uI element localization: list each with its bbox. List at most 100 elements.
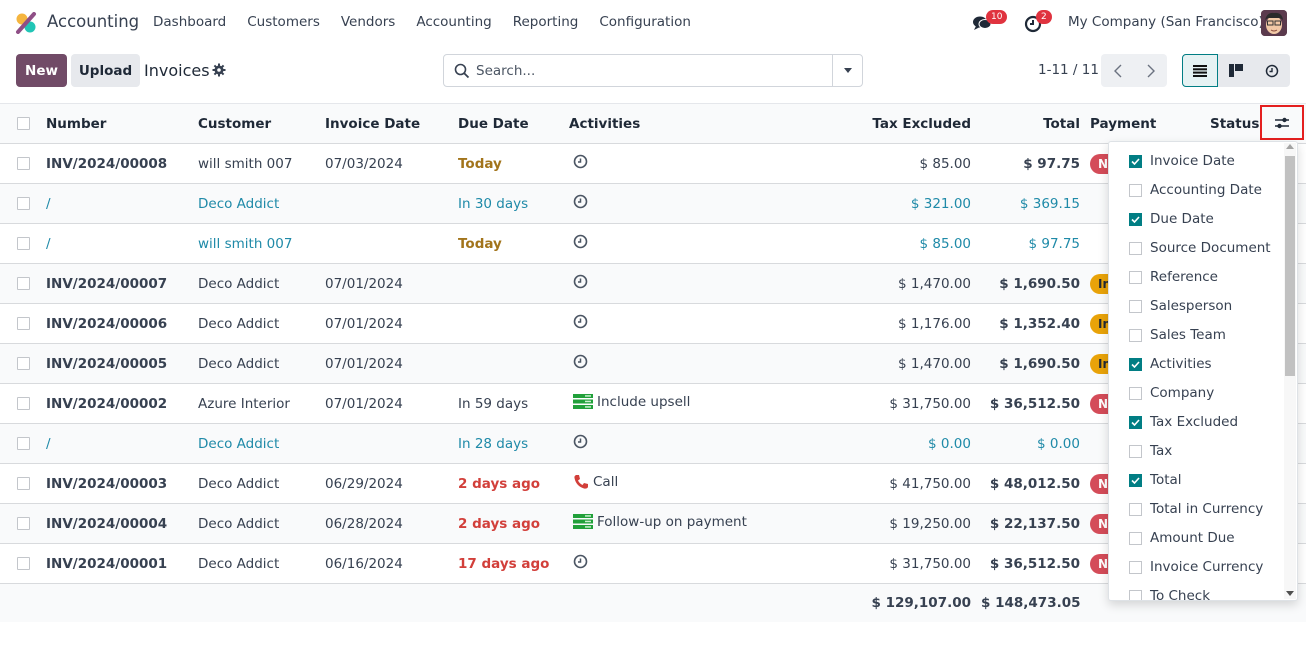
row-select-checkbox[interactable]	[17, 517, 30, 530]
invoice-date[interactable]: 07/01/2024	[325, 343, 458, 384]
clock-icon[interactable]	[573, 154, 590, 169]
row-select-checkbox[interactable]	[17, 437, 30, 450]
customer-name[interactable]: Deco Addict	[198, 463, 325, 504]
menu-reporting[interactable]: Reporting	[513, 14, 579, 30]
checkbox-checked-icon[interactable]	[1129, 357, 1142, 371]
checkbox-unchecked-icon[interactable]	[1129, 502, 1142, 516]
scroll-down-arrow-icon[interactable]	[1286, 591, 1294, 596]
activity-cell[interactable]	[569, 354, 592, 369]
customer-name[interactable]: Azure Interior	[198, 383, 325, 424]
optional-column-option[interactable]: Tax Excluded	[1129, 412, 1238, 432]
checkbox-unchecked-icon[interactable]	[1129, 589, 1142, 600]
menu-dashboard[interactable]: Dashboard	[153, 14, 226, 30]
optional-column-option[interactable]: Accounting Date	[1129, 180, 1262, 200]
due-date[interactable]: 17 days ago	[458, 543, 569, 584]
invoice-date[interactable]: 06/28/2024	[325, 503, 458, 544]
customer-name[interactable]: Deco Addict	[198, 183, 325, 224]
optional-columns-toggle[interactable]	[1260, 105, 1304, 140]
activity-cell[interactable]: Call	[569, 474, 618, 490]
optional-column-option[interactable]: Invoice Date	[1129, 151, 1235, 171]
optional-column-option[interactable]: Invoice Currency	[1129, 557, 1263, 577]
customer-name[interactable]: Deco Addict	[198, 503, 325, 544]
clock-icon[interactable]	[573, 274, 590, 289]
invoice-number[interactable]: INV/2024/00008	[46, 143, 198, 184]
customer-name[interactable]: Deco Addict	[198, 303, 325, 344]
invoice-date[interactable]: 07/01/2024	[325, 303, 458, 344]
invoice-date[interactable]: 07/03/2024	[325, 143, 458, 184]
due-date[interactable]	[458, 303, 569, 344]
invoice-number[interactable]: INV/2024/00003	[46, 463, 198, 504]
accounting-app-logo-icon[interactable]	[15, 12, 37, 34]
optional-column-option[interactable]: Activities	[1129, 354, 1212, 374]
optional-column-option[interactable]: Tax	[1129, 441, 1172, 461]
column-header-invoice-date[interactable]: Invoice Date	[325, 103, 458, 144]
checkbox-unchecked-icon[interactable]	[1129, 328, 1142, 342]
row-select-checkbox[interactable]	[17, 157, 30, 170]
row-select-checkbox[interactable]	[17, 397, 30, 410]
customer-name[interactable]: Deco Addict	[198, 263, 325, 304]
search-options-toggle[interactable]	[832, 55, 862, 86]
activity-cell[interactable]: Include upsell	[569, 394, 690, 410]
todo-icon[interactable]	[573, 394, 595, 410]
due-date[interactable]: Today	[458, 143, 569, 184]
optional-column-option[interactable]: Total	[1129, 470, 1182, 490]
row-select-checkbox[interactable]	[17, 317, 30, 330]
kanban-view-button[interactable]	[1218, 54, 1254, 87]
select-all-checkbox[interactable]	[17, 117, 30, 130]
optional-column-option[interactable]: Sales Team	[1129, 325, 1226, 345]
upload-button[interactable]: Upload	[71, 54, 140, 87]
scroll-up-arrow-icon[interactable]	[1286, 144, 1294, 149]
clock-icon[interactable]	[573, 554, 590, 569]
customer-name[interactable]: will smith 007	[198, 223, 325, 264]
pager-value[interactable]: 1-11 / 11	[1038, 62, 1099, 78]
search-input[interactable]	[476, 61, 826, 81]
checkbox-checked-icon[interactable]	[1129, 473, 1142, 487]
checkbox-unchecked-icon[interactable]	[1129, 386, 1142, 400]
new-button[interactable]: New	[16, 54, 67, 87]
menu-customers[interactable]: Customers	[247, 14, 320, 30]
optional-column-option[interactable]: Amount Due	[1129, 528, 1235, 548]
activity-cell[interactable]	[569, 234, 592, 249]
row-select-checkbox[interactable]	[17, 277, 30, 290]
invoice-number[interactable]: INV/2024/00006	[46, 303, 198, 344]
activity-cell[interactable]	[569, 314, 592, 329]
row-select-checkbox[interactable]	[17, 357, 30, 370]
menu-configuration[interactable]: Configuration	[599, 14, 691, 30]
invoice-date[interactable]: 07/01/2024	[325, 383, 458, 424]
optional-column-option[interactable]: To Check	[1129, 586, 1210, 600]
pager-next-button[interactable]	[1134, 54, 1167, 87]
clock-icon[interactable]	[573, 314, 590, 329]
invoice-number[interactable]: /	[46, 183, 198, 224]
clock-icon[interactable]	[573, 234, 590, 249]
optional-column-option[interactable]: Source Document	[1129, 238, 1271, 258]
invoice-date[interactable]: 06/29/2024	[325, 463, 458, 504]
checkbox-checked-icon[interactable]	[1129, 212, 1142, 226]
pager-previous-button[interactable]	[1101, 54, 1134, 87]
checkbox-unchecked-icon[interactable]	[1129, 560, 1142, 574]
column-header-tax-excluded[interactable]: Tax Excluded	[835, 103, 971, 144]
gear-icon[interactable]	[212, 63, 226, 77]
row-select-checkbox[interactable]	[17, 197, 30, 210]
column-header-due-date[interactable]: Due Date	[458, 103, 569, 144]
optional-column-option[interactable]: Company	[1129, 383, 1214, 403]
clock-icon[interactable]	[573, 434, 590, 449]
activity-view-button[interactable]	[1254, 54, 1290, 87]
invoice-number[interactable]: INV/2024/00005	[46, 343, 198, 384]
row-select-checkbox[interactable]	[17, 557, 30, 570]
clock-icon[interactable]	[573, 194, 590, 209]
due-date[interactable]	[458, 263, 569, 304]
customer-name[interactable]: Deco Addict	[198, 423, 325, 464]
checkbox-checked-icon[interactable]	[1129, 415, 1142, 429]
menu-accounting[interactable]: Accounting	[416, 14, 491, 30]
activity-cell[interactable]: Follow-up on payment	[569, 514, 747, 530]
menu-vendors[interactable]: Vendors	[341, 14, 395, 30]
activity-cell[interactable]	[569, 554, 592, 569]
due-date[interactable]: In 59 days	[458, 383, 569, 424]
phone-icon[interactable]	[573, 474, 591, 490]
page-title[interactable]: Invoices	[144, 61, 210, 80]
todo-icon[interactable]	[573, 514, 595, 530]
due-date[interactable]	[458, 343, 569, 384]
due-date[interactable]: In 30 days	[458, 183, 569, 224]
checkbox-unchecked-icon[interactable]	[1129, 299, 1142, 313]
due-date[interactable]: In 28 days	[458, 423, 569, 464]
